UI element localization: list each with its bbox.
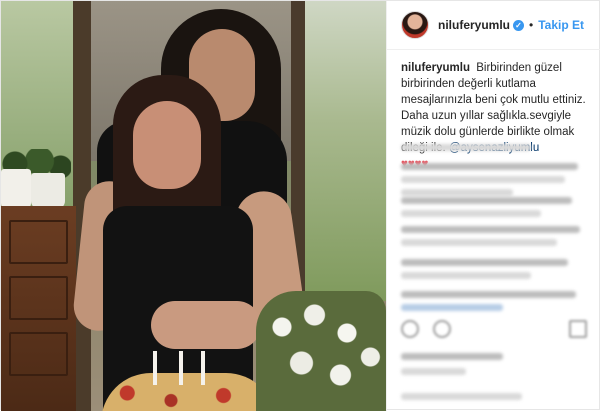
white-flowers	[256, 291, 386, 411]
post-header: niluferyumlu ✓ • Takip Et	[387, 1, 600, 50]
blurred-line	[401, 197, 573, 204]
plant-pot	[1, 169, 31, 211]
blurred-line	[401, 176, 565, 183]
blurred-line	[401, 353, 504, 360]
blurred-line	[401, 226, 580, 233]
blurred-line	[401, 291, 576, 298]
comments-blurred	[401, 144, 587, 157]
blurred-line	[401, 163, 578, 170]
post-side-panel: niluferyumlu ✓ • Takip Et niluferyumlu B…	[386, 1, 600, 411]
comment-blurred	[401, 197, 587, 223]
comment-blurred	[401, 259, 587, 285]
blurred-line	[401, 144, 532, 151]
instagram-post: niluferyumlu ✓ • Takip Et niluferyumlu B…	[0, 0, 600, 411]
blurred-line	[401, 272, 532, 279]
blurred-line	[401, 393, 522, 400]
verified-badge-icon: ✓	[513, 19, 525, 31]
plant-pot	[31, 173, 65, 209]
birthday-cake	[101, 373, 276, 411]
blurred-line	[401, 304, 504, 311]
header-separator: •	[529, 18, 534, 32]
action-bar	[401, 319, 587, 339]
candle	[179, 351, 183, 385]
clasped-hands	[151, 301, 261, 349]
candle	[201, 351, 205, 385]
candle	[153, 351, 157, 385]
profile-avatar[interactable]	[401, 11, 429, 39]
blurred-line	[401, 210, 541, 217]
bookmark-icon[interactable]	[569, 320, 587, 338]
blurred-line	[401, 368, 467, 375]
post-photo[interactable]	[1, 1, 386, 411]
add-comment-blurred	[401, 393, 587, 406]
likes-blurred	[401, 353, 587, 381]
heart-icon[interactable]	[401, 320, 419, 338]
blurred-line	[401, 259, 569, 266]
cabinet-drawer	[9, 276, 68, 320]
cabinet-drawer	[9, 332, 68, 376]
cabinet-drawer	[9, 220, 68, 264]
wooden-cabinet	[1, 206, 76, 411]
comment-icon[interactable]	[433, 320, 451, 338]
follow-button[interactable]: Takip Et	[538, 18, 584, 32]
caption-text: Birbirinden güzel birbirinden değerli ku…	[401, 62, 586, 154]
caption-username[interactable]: niluferyumlu	[401, 62, 470, 74]
window-right	[305, 1, 386, 301]
comment-blurred	[401, 226, 587, 252]
woman-face	[133, 101, 201, 189]
blurred-line	[401, 239, 558, 246]
blurred-line	[401, 189, 513, 196]
header-username[interactable]: niluferyumlu	[438, 18, 510, 32]
comment-blurred	[401, 291, 587, 317]
